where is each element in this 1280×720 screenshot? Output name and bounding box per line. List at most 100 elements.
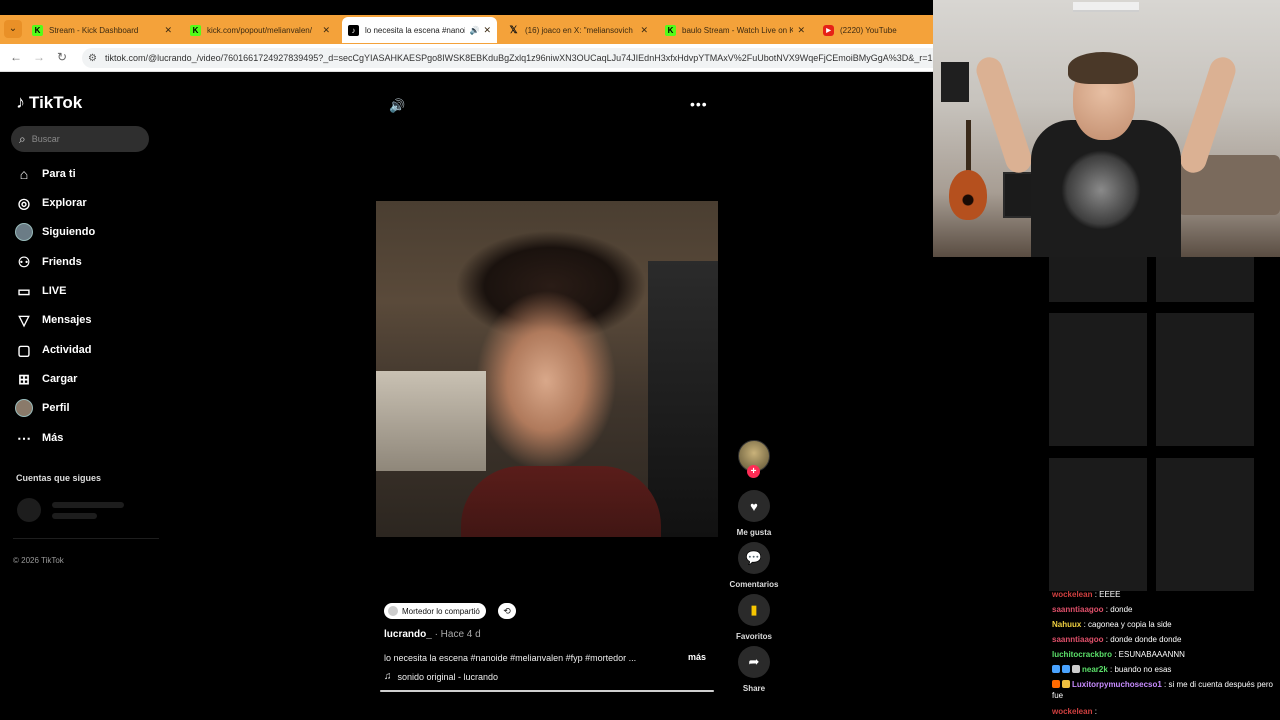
chat-message: saanntiaagoo : donde — [1052, 604, 1277, 615]
nav-item-mensajes[interactable]: ▽ Mensajes — [15, 311, 92, 329]
browser-tab[interactable]: K baulo Stream - Watch Live on K ✕ — [659, 17, 811, 43]
like-button[interactable]: ♥ Me gusta — [728, 490, 780, 537]
tab-search-menu-button[interactable]: ⌄ — [4, 20, 22, 38]
favorite-label: Favoritos — [735, 632, 772, 641]
chat-username[interactable]: saanntiaagoo — [1052, 635, 1104, 644]
tab-title: baulo Stream - Watch Live on K — [682, 25, 794, 35]
video-player[interactable] — [376, 201, 718, 537]
browser-tab-active[interactable]: ♪ lo necesita la escena #nanoi 🔊 ✕ — [342, 17, 497, 43]
chat-text: : EEEE — [1092, 590, 1121, 599]
nav-label: Más — [42, 432, 64, 444]
share-icon: ➦ — [738, 646, 770, 678]
chat-message: saanntiaagoo : donde donde donde — [1052, 634, 1277, 645]
nav-label: LIVE — [42, 285, 67, 297]
forward-arrow-icon[interactable]: → — [33, 50, 45, 64]
close-icon[interactable]: ✕ — [164, 25, 172, 36]
chat-message: wockelean : EEEE — [1052, 589, 1277, 600]
nav-item-mas[interactable]: ⋯ Más — [15, 429, 63, 447]
back-arrow-icon[interactable]: ← — [10, 50, 22, 64]
nav-item-explorar[interactable]: ◎ Explorar — [15, 194, 87, 212]
chat-username[interactable]: Nahuux — [1052, 620, 1081, 629]
comment-button[interactable]: 💬 Comentarios — [728, 542, 780, 589]
kick-favicon-icon: K — [190, 24, 201, 36]
divider — [13, 538, 159, 539]
compass-icon: ◎ — [17, 194, 31, 211]
music-note-icon: ♫ — [384, 671, 392, 682]
placeholder-tile — [1156, 257, 1254, 302]
browser-tab[interactable]: K Stream - Kick Dashboard ✕ — [26, 17, 178, 43]
nav-label: Mensajes — [42, 314, 92, 326]
chat-text: : donde — [1103, 605, 1133, 614]
like-label: Me gusta — [736, 528, 772, 537]
favorite-button[interactable]: ▮ Favoritos — [728, 594, 780, 641]
send-icon: ▽ — [18, 311, 30, 328]
placeholder-tile — [1049, 313, 1147, 446]
close-icon[interactable]: ✕ — [640, 25, 648, 36]
repost-icon[interactable]: ⟲ — [498, 603, 516, 619]
chat-username[interactable]: saanntiaagoo — [1052, 605, 1104, 614]
tab-title: lo necesita la escena #nanoi — [365, 25, 466, 35]
chat-badge-icon — [1052, 680, 1060, 688]
nav-item-actividad[interactable]: ▢ Actividad — [15, 341, 91, 359]
browser-tab[interactable]: ▶ (2220) YouTube — [817, 17, 927, 43]
activity-icon: ▢ — [17, 341, 31, 358]
sound-link[interactable]: ♫ sonido original - lucrando — [384, 671, 498, 682]
speaker-icon[interactable]: 🔊 — [469, 26, 479, 35]
more-options-icon[interactable]: ••• — [690, 96, 708, 112]
wall-poster — [941, 62, 969, 102]
hair — [1068, 52, 1138, 84]
copyright: © 2026 TikTok — [13, 556, 64, 565]
youtube-favicon-icon: ▶ — [823, 24, 834, 36]
nav-item-friends[interactable]: ⚇ Friends — [15, 253, 82, 271]
chat-text: : — [1092, 707, 1097, 716]
repost-badge[interactable]: Mortedor lo compartió — [384, 603, 486, 619]
url-field[interactable]: ⚙ tiktok.com/@lucrando_/video/7601661724… — [82, 48, 933, 68]
follow-plus-icon[interactable]: + — [747, 465, 760, 478]
close-icon[interactable]: ✕ — [322, 25, 330, 36]
author-username[interactable]: lucrando_ — [384, 629, 432, 640]
site-info-icon[interactable]: ⚙ — [88, 53, 97, 64]
share-button[interactable]: ➦ Share — [728, 646, 780, 693]
browser-tab[interactable]: 𝕏 (16) joaco en X: "meliansovich ✕ — [502, 17, 654, 43]
chat-username[interactable]: near2k — [1082, 665, 1108, 674]
share-label: Share — [742, 684, 766, 693]
nav-label: Siguiendo — [42, 226, 96, 238]
tiktok-note-icon: ♪ — [16, 92, 25, 112]
placeholder-tile — [1156, 458, 1254, 591]
tiktok-logo[interactable]: ♪ TikTok — [16, 92, 82, 113]
nav-item-live[interactable]: ▭ LIVE — [15, 282, 66, 300]
nav-item-perfil[interactable]: Perfil — [15, 399, 70, 417]
nav-label: Para ti — [42, 168, 76, 180]
browser-tab[interactable]: K kick.com/popout/melianvalen/ ✕ — [184, 17, 336, 43]
following-avatar-icon — [15, 223, 33, 241]
chat-username[interactable]: Luxitorpymuchosecso1 — [1072, 680, 1162, 689]
browser-tab-bar: ⌄ K Stream - Kick Dashboard ✕ K kick.com… — [0, 0, 933, 44]
more-link[interactable]: más — [688, 652, 706, 662]
author-line: lucrando_ · Hace 4 d — [384, 629, 481, 640]
nav-item-para-ti[interactable]: ⌂ Para ti — [15, 165, 76, 183]
volume-icon[interactable]: 🔊 — [389, 98, 405, 114]
nav-item-siguiendo[interactable]: Siguiendo — [15, 223, 95, 241]
air-conditioner — [1073, 2, 1139, 12]
nav-label: Perfil — [42, 402, 70, 414]
search-input[interactable]: ⌕ Buscar — [11, 126, 149, 152]
bookmark-icon: ▮ — [738, 594, 770, 626]
shirt-print — [1061, 150, 1141, 230]
nav-item-cargar[interactable]: ⊞ Cargar — [15, 370, 77, 388]
tiktok-favicon-icon: ♪ — [348, 24, 359, 36]
video-progress-bar[interactable] — [380, 690, 714, 692]
progress-fill — [380, 690, 714, 692]
chat-username[interactable]: luchitocrackbro — [1052, 650, 1112, 659]
tab-title: (16) joaco en X: "meliansovich — [525, 25, 633, 35]
more-icon: ⋯ — [17, 429, 31, 446]
reload-icon[interactable]: ↻ — [57, 50, 67, 64]
chat-username[interactable]: wockelean — [1052, 707, 1092, 716]
kick-favicon-icon: K — [665, 24, 676, 36]
nav-label: Friends — [42, 256, 82, 268]
chat-username[interactable]: wockelean — [1052, 590, 1092, 599]
address-bar: ← → ↻ ⚙ tiktok.com/@lucrando_/video/7601… — [0, 44, 933, 72]
video-subject-shirt — [461, 466, 661, 537]
close-icon[interactable]: ✕ — [483, 25, 491, 36]
chat-message: near2k : buando no esas — [1052, 664, 1277, 675]
close-icon[interactable]: ✕ — [797, 25, 805, 36]
